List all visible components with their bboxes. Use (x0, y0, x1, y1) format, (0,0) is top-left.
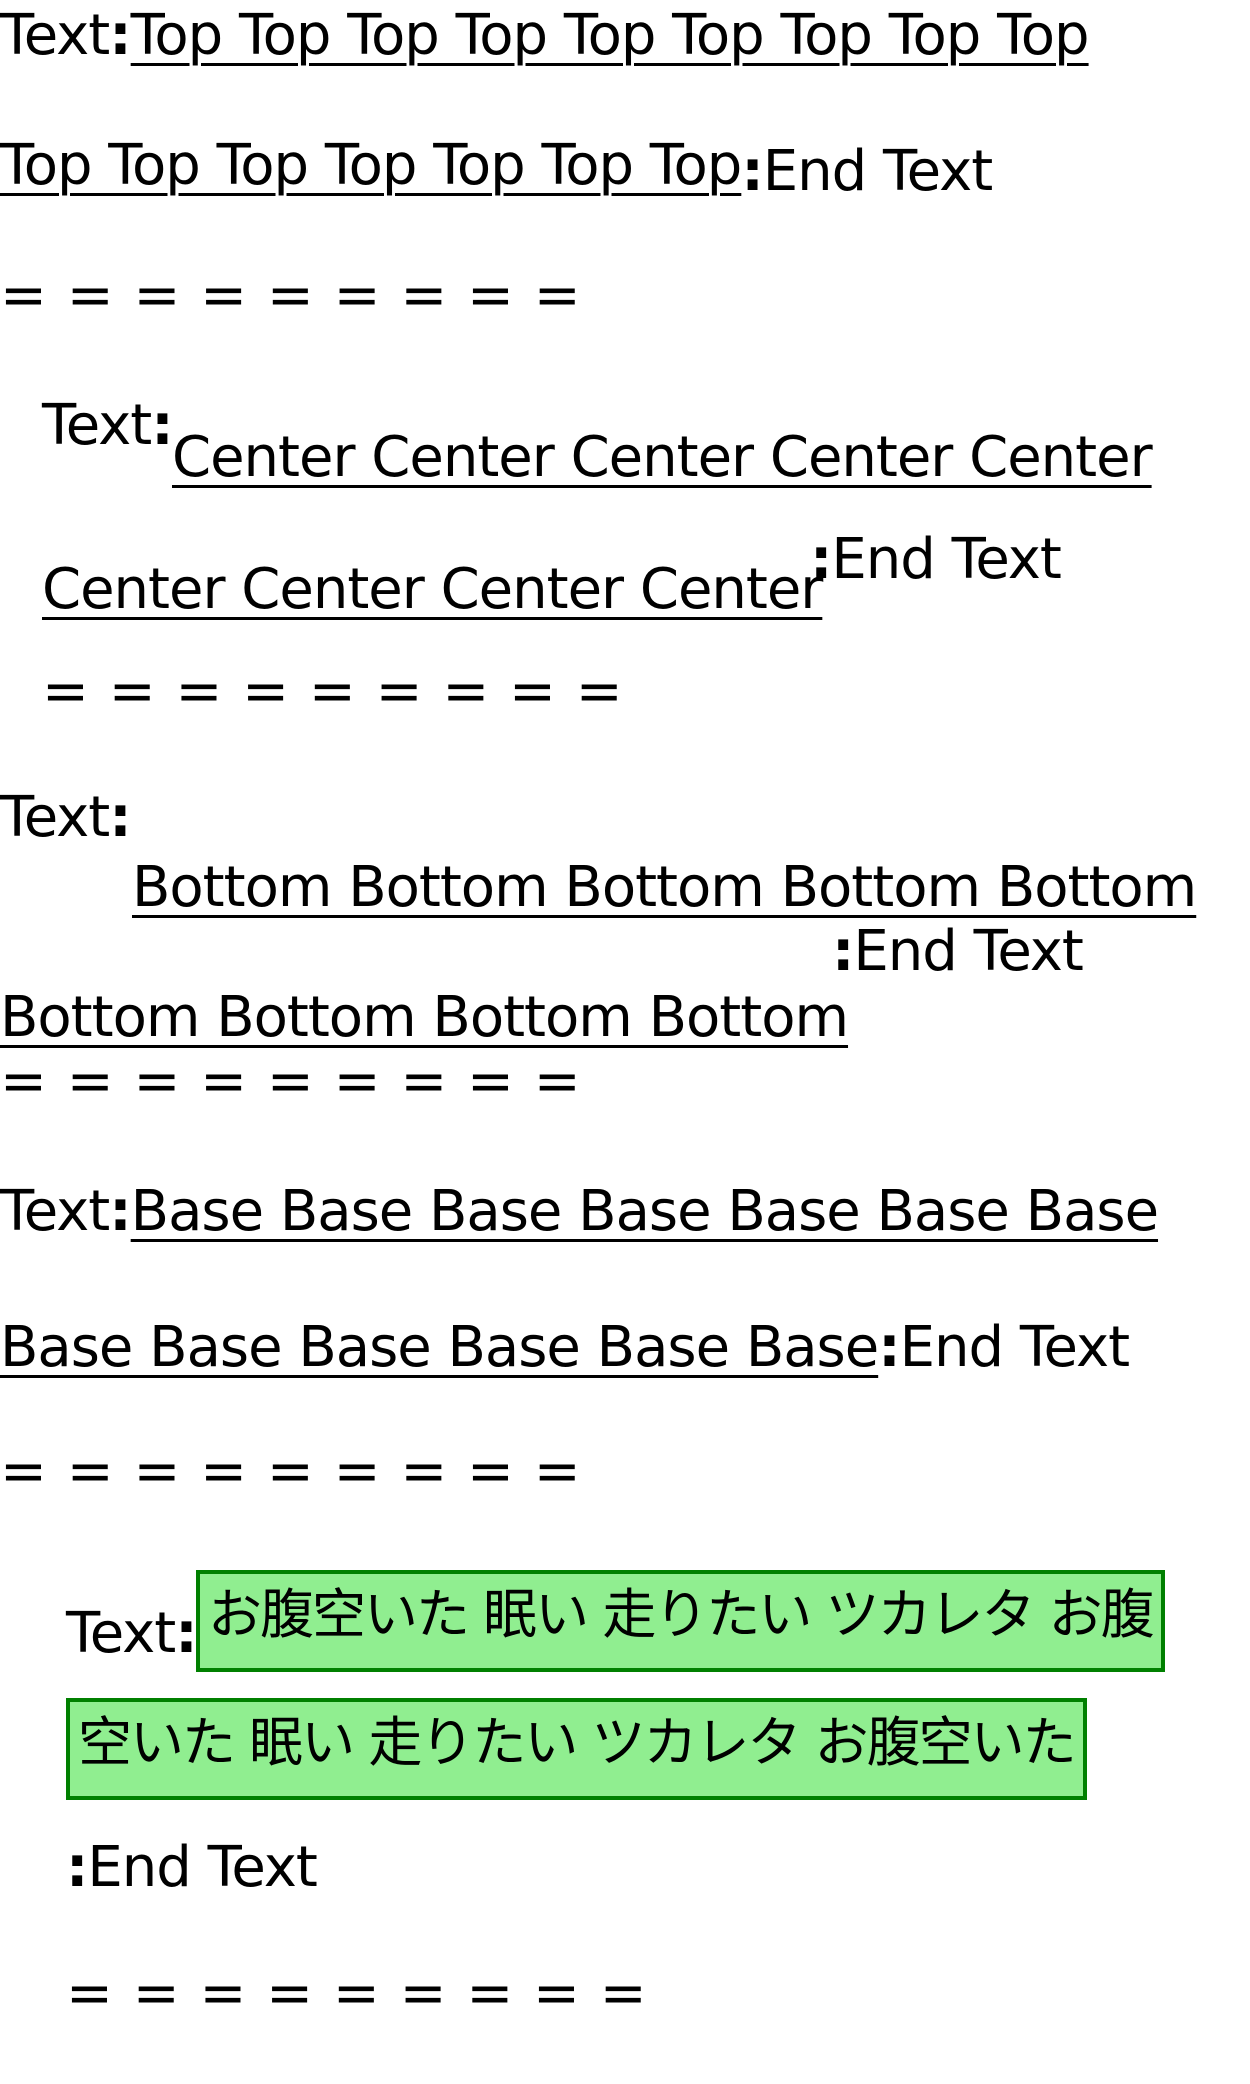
block-jp-suffix: End Text (87, 1835, 317, 1900)
block-center-suffix: End Text (831, 527, 1061, 592)
block-center-line2: Center Center Center Center (42, 562, 823, 618)
block-center-label: Text: (42, 398, 174, 454)
block-base-line2: Base Base Base Base Base Base:End Text (0, 1320, 1130, 1376)
block-bottom-line2: Bottom Bottom Bottom Bottom (0, 990, 849, 1046)
page: { "block_top": { "prefix": "Text", "colo… (0, 0, 1250, 2084)
block-top-underlined-text-1: Top Top Top Top Top Top Top Top Top (130, 3, 1090, 68)
block-bottom-line1: Bottom Bottom Bottom Bottom Bottom (132, 860, 1197, 916)
block-top-underlined-text-2: Top Top Top Top Top Top Top (0, 133, 742, 198)
separator-5: = = = = = = = = = (66, 1961, 647, 2026)
block-center-line1: Center Center Center Center Center (172, 430, 1153, 486)
block-bottom-underlined-text-1: Bottom Bottom Bottom Bottom Bottom (132, 855, 1197, 920)
block-top-line1: Text:Top Top Top Top Top Top Top Top Top (0, 8, 1090, 64)
block-center-prefix: Text (42, 393, 152, 458)
block-bottom-suffix: End Text (853, 919, 1083, 984)
block-jp-end: :End Text (66, 1840, 318, 1896)
block-base-underlined-text-2: Base Base Base Base Base Base (0, 1315, 879, 1380)
block-center-end: :End Text (810, 532, 1062, 588)
block-center-colon-end: : (810, 527, 832, 592)
block-center-underlined-text-2: Center Center Center Center (42, 557, 823, 622)
block-base-underlined-text-1: Base Base Base Base Base Base Base (130, 1179, 1159, 1244)
block-center-colon: : (151, 393, 173, 458)
block-jp-colon: : (175, 1601, 197, 1666)
block-jp-text-2: 空いた 眠い 走りたい ツカレタ お腹空いた (78, 1711, 1077, 1774)
block-top-prefix: Text (0, 3, 110, 68)
block-jp-prefix: Text (66, 1601, 176, 1666)
block-bottom-prefix: Text (0, 785, 110, 850)
block-bottom-colon-end: : (832, 919, 854, 984)
block-jp-label: Text: (66, 1606, 198, 1662)
block-base-suffix: End Text (899, 1315, 1130, 1380)
block-base-colon: : (109, 1179, 131, 1244)
separator-3: = = = = = = = = = (0, 1049, 581, 1114)
block-top-colon-end: : (741, 139, 763, 204)
block-bottom-end: :End Text (832, 924, 1084, 980)
block-jp-colon-end: : (66, 1835, 88, 1900)
separator-2: = = = = = = = = = (42, 659, 623, 724)
separator-4: = = = = = = = = = (0, 1439, 581, 1504)
block-base-prefix: Text (0, 1179, 110, 1244)
block-bottom-colon: : (109, 785, 131, 850)
separator-1: = = = = = = = = = (0, 263, 581, 328)
block-bottom-label: Text: (0, 790, 132, 846)
block-base-line1: Text:Base Base Base Base Base Base Base (0, 1184, 1159, 1240)
block-jp-highlight-2: 空いた 眠い 走りたい ツカレタ お腹空いた (66, 1698, 1087, 1800)
block-base-colon-end: : (878, 1315, 900, 1380)
block-jp-text-1: お腹空いた 眠い 走りたい ツカレタ お腹 (208, 1583, 1155, 1646)
block-jp-highlight-1: お腹空いた 眠い 走りたい ツカレタ お腹 (196, 1570, 1165, 1672)
block-top-suffix: End Text (762, 139, 993, 204)
block-top-line2: Top Top Top Top Top Top Top:End Text (0, 138, 993, 200)
block-bottom-underlined-text-2: Bottom Bottom Bottom Bottom (0, 985, 849, 1050)
block-top-colon: : (109, 3, 131, 68)
block-center-underlined-text-1: Center Center Center Center Center (172, 425, 1153, 490)
